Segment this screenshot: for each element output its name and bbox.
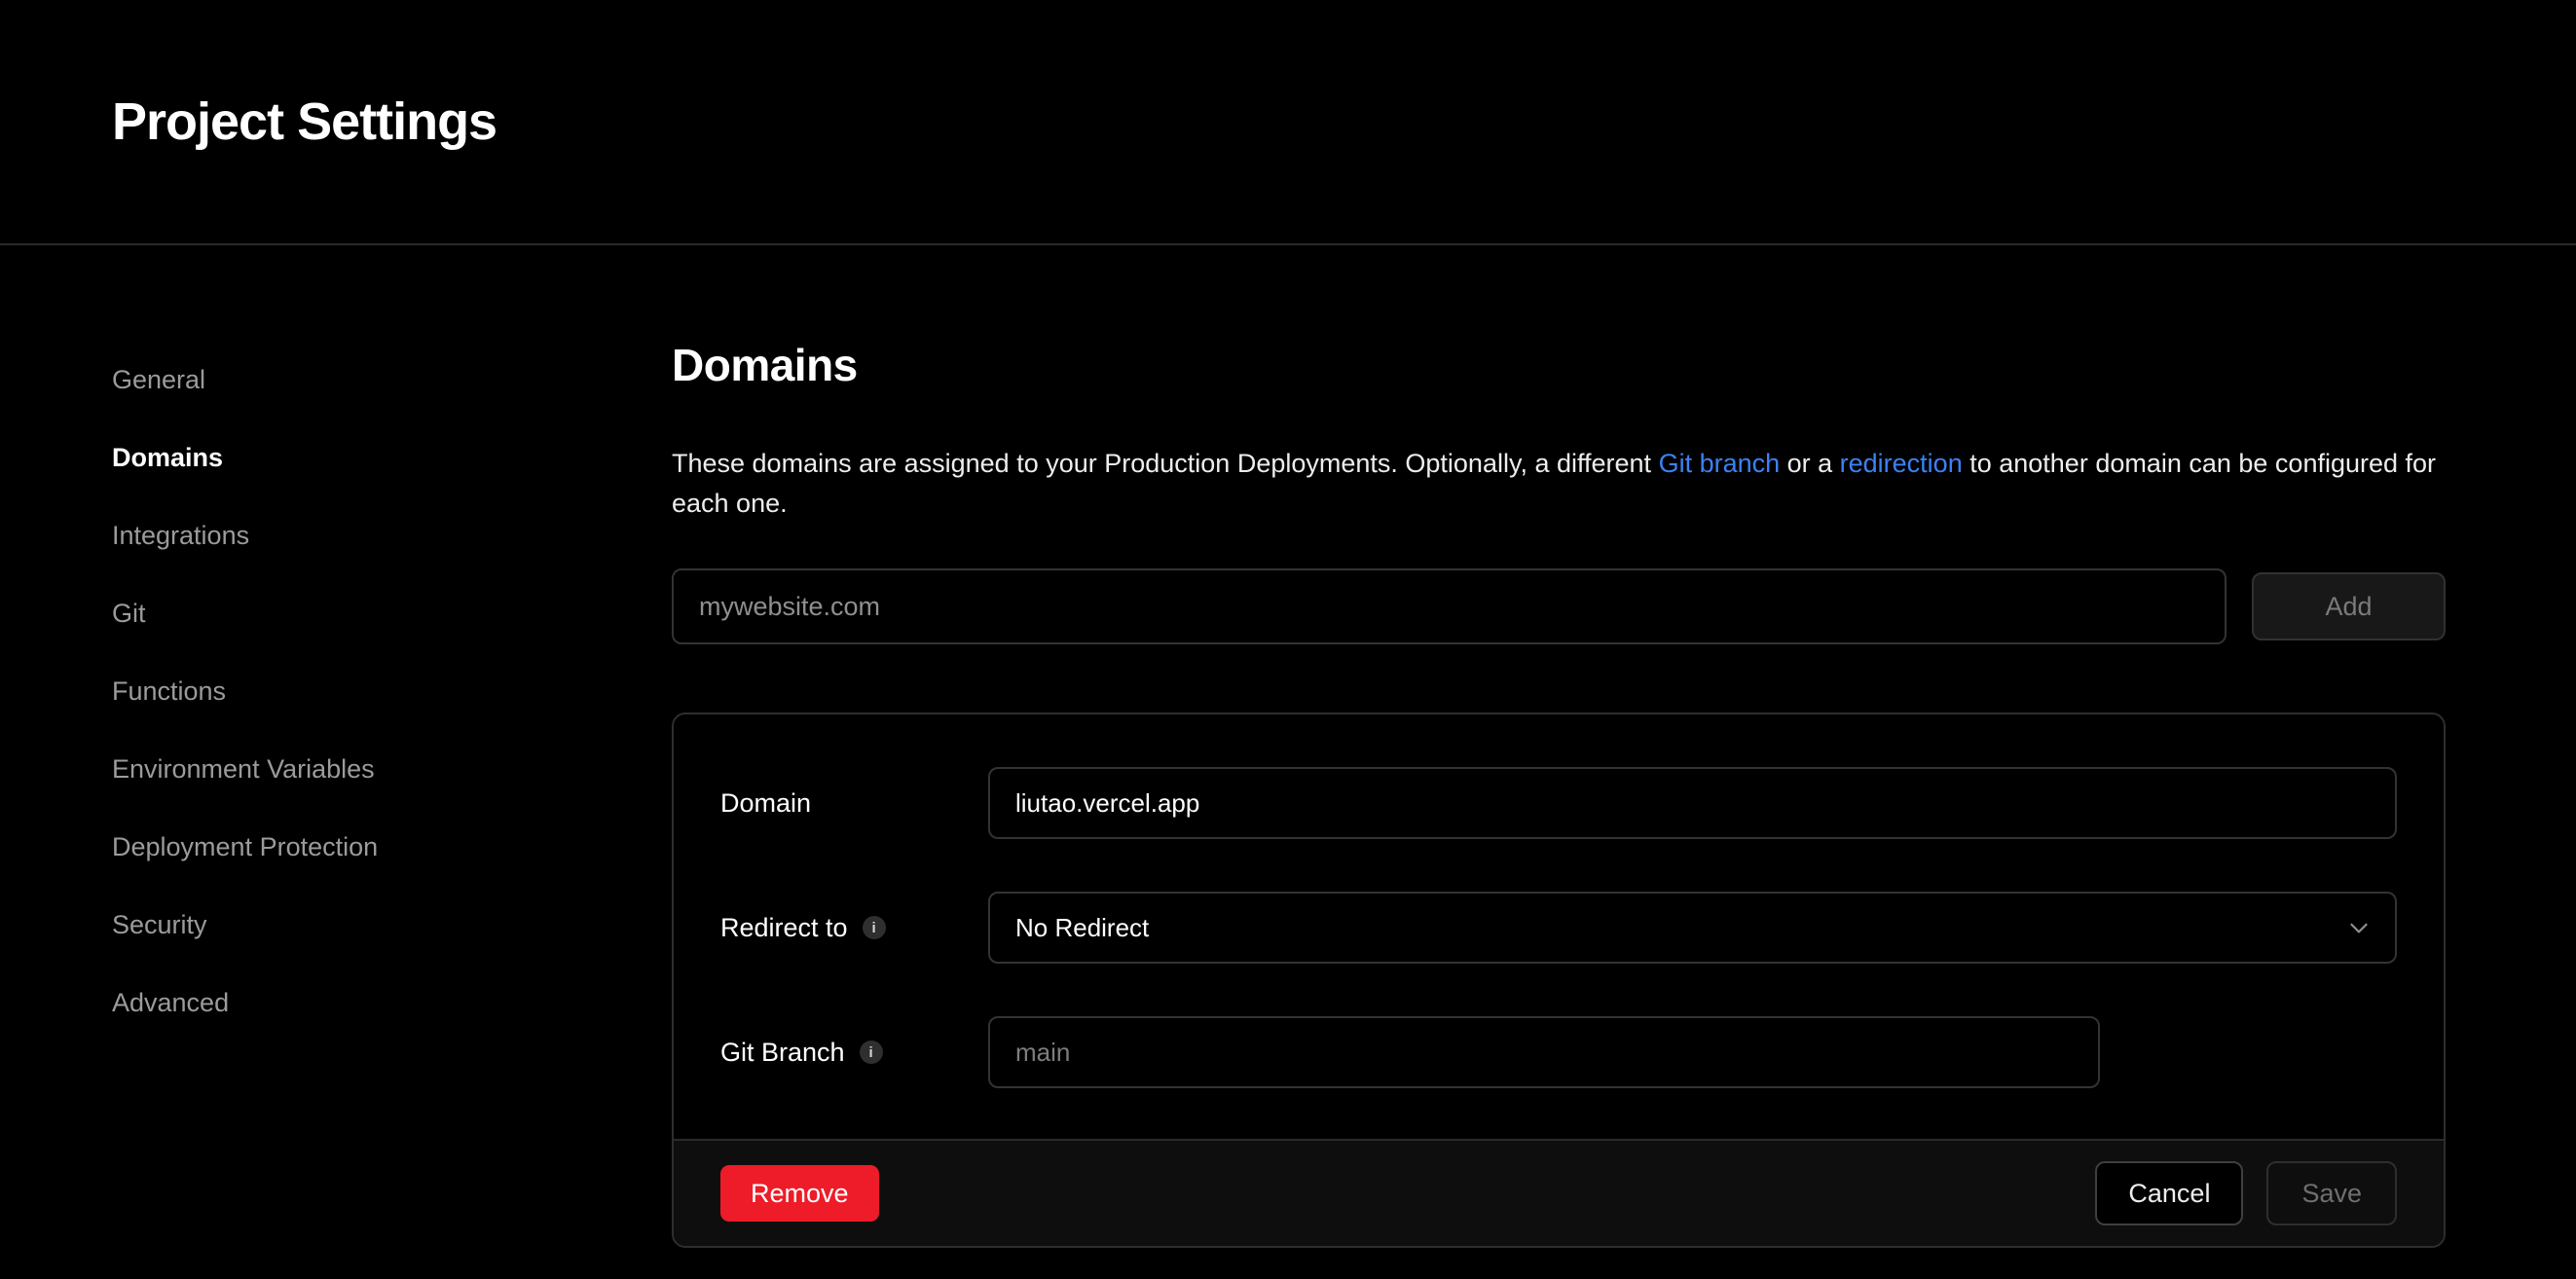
redirect-field-row: Redirect to i No Redirect (720, 892, 2397, 964)
redirect-info-icon[interactable]: i (863, 916, 886, 939)
git-branch-info-icon[interactable]: i (860, 1041, 883, 1064)
footer-action-group: Cancel Save (2095, 1161, 2397, 1225)
section-heading: Domains (672, 339, 2446, 391)
sidebar-item-deployment-protection[interactable]: Deployment Protection (112, 831, 378, 862)
redirect-label: Redirect to (720, 913, 848, 943)
sidebar-item-general[interactable]: General (112, 364, 205, 395)
cancel-button[interactable]: Cancel (2095, 1161, 2243, 1225)
git-branch-field-row: Git Branch i (720, 1016, 2397, 1088)
sidebar-item-security[interactable]: Security (112, 909, 207, 940)
content-area: General Domains Integrations Git Functio… (0, 245, 2576, 1248)
domains-section: Domains These domains are assigned to yo… (672, 339, 2446, 1248)
sidebar-item-domains[interactable]: Domains (112, 442, 223, 473)
sidebar-item-integrations[interactable]: Integrations (112, 520, 249, 551)
git-branch-label: Git Branch (720, 1038, 845, 1068)
domain-card-footer: Remove Cancel Save (674, 1139, 2444, 1246)
git-branch-link[interactable]: Git branch (1659, 449, 1781, 478)
sidebar-nav: General Domains Integrations Git Functio… (112, 364, 672, 1018)
git-branch-field-label-group: Git Branch i (720, 1038, 988, 1068)
domain-value-input[interactable] (988, 767, 2397, 839)
section-description: These domains are assigned to your Produ… (672, 444, 2446, 524)
description-text-2: or a (1780, 449, 1840, 478)
domain-field-label-group: Domain (720, 788, 988, 819)
domain-label: Domain (720, 788, 811, 819)
sidebar-item-environment-variables[interactable]: Environment Variables (112, 753, 375, 785)
page-title: Project Settings (112, 91, 497, 152)
project-settings-page: Project Settings General Domains Integra… (0, 0, 2576, 1279)
page-header: Project Settings (0, 0, 2576, 245)
save-button[interactable]: Save (2266, 1161, 2397, 1225)
sidebar-item-functions[interactable]: Functions (112, 676, 226, 707)
redirect-selected-option: No Redirect (1015, 913, 1149, 943)
domain-card: Domain Redirect to i No Redirect (672, 713, 2446, 1248)
sidebar-item-advanced[interactable]: Advanced (112, 987, 229, 1018)
redirection-link[interactable]: redirection (1840, 449, 1963, 478)
chevron-down-icon (2344, 913, 2374, 942)
add-domain-button[interactable]: Add (2252, 572, 2446, 640)
description-text-1: These domains are assigned to your Produ… (672, 449, 1659, 478)
add-domain-row: Add (672, 568, 2446, 644)
redirect-select[interactable]: No Redirect (988, 892, 2397, 964)
git-branch-input[interactable] (988, 1016, 2100, 1088)
domain-card-body: Domain Redirect to i No Redirect (674, 714, 2444, 1139)
add-domain-input[interactable] (672, 568, 2226, 644)
remove-button[interactable]: Remove (720, 1165, 879, 1222)
sidebar-item-git[interactable]: Git (112, 598, 146, 629)
domain-field-row: Domain (720, 767, 2397, 839)
settings-sidebar: General Domains Integrations Git Functio… (112, 339, 672, 1248)
redirect-field-label-group: Redirect to i (720, 913, 988, 943)
